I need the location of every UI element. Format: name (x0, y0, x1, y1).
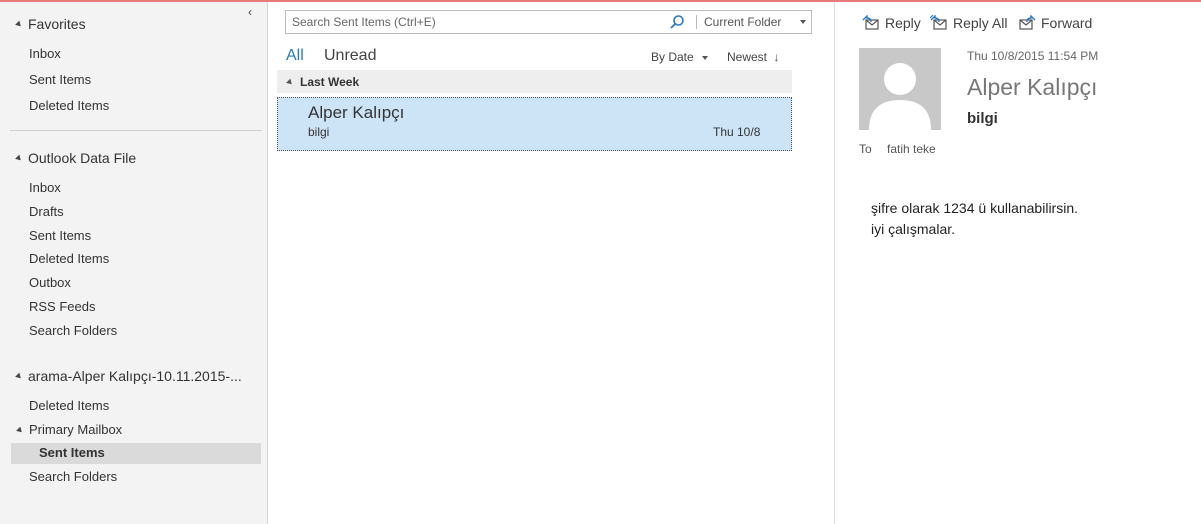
favorites-header[interactable]: Favorites (15, 16, 86, 32)
reply-icon (862, 15, 879, 30)
forward-button[interactable]: Forward (1018, 15, 1092, 31)
folder-sent-items[interactable]: Sent Items (29, 228, 91, 243)
search-icon[interactable] (669, 14, 685, 30)
folder-search-folders[interactable]: Search Folders (29, 323, 117, 338)
folder-rss-feeds[interactable]: RSS Feeds (29, 299, 95, 314)
message-subject: bilgi (308, 125, 330, 139)
avatar (859, 48, 941, 130)
group-header-last-week[interactable]: Last Week (277, 70, 792, 93)
reply-all-label: Reply All (953, 15, 1008, 31)
message-body-line: şifre olarak 1234 ü kullanabilirsin. (871, 200, 1078, 216)
chevron-down-icon[interactable] (800, 20, 806, 24)
message-sender: Alper Kalıpçı (308, 103, 405, 122)
recipient-name[interactable]: fatih teke (887, 142, 936, 156)
folder-deleted-items[interactable]: Deleted Items (29, 251, 109, 266)
message-date: Thu 10/8 (713, 125, 761, 139)
folder-outbox[interactable]: Outbox (29, 275, 71, 290)
person-placeholder-icon (859, 48, 941, 130)
message-body: şifre olarak 1234 ü kullanabilirsin. iyi… (871, 198, 1078, 240)
group-label: Last Week (300, 74, 360, 89)
favorites-item-inbox[interactable]: Inbox (29, 46, 61, 61)
message-list-pane: Current Folder All Unread By Date Newest… (269, 2, 835, 524)
archive-search-folders[interactable]: Search Folders (29, 469, 117, 484)
favorites-item-sent-items[interactable]: Sent Items (29, 72, 91, 87)
data-file-title: Outlook Data File (28, 150, 137, 166)
sort-order-toggle[interactable]: Newest ↓ (727, 50, 779, 64)
archive-deleted-items[interactable]: Deleted Items (29, 398, 109, 413)
expand-triangle-icon (15, 372, 23, 381)
archive-primary-mailbox[interactable]: Primary Mailbox (16, 422, 123, 437)
search-scope-separator (696, 15, 697, 29)
reply-label: Reply (885, 15, 921, 31)
folder-drafts[interactable]: Drafts (29, 204, 64, 219)
reply-button[interactable]: Reply (862, 15, 921, 31)
data-file-header[interactable]: Outlook Data File (15, 150, 137, 166)
search-scope-dropdown[interactable]: Current Folder (704, 15, 781, 29)
to-label: To (859, 142, 872, 156)
folder-pane: ‹ Favorites Inbox Sent Items Deleted Ite… (0, 2, 268, 524)
expand-triangle-icon (15, 20, 23, 29)
archive-title: arama-Alper Kalıpçı-10.11.2015-... (28, 368, 242, 384)
sort-by-dropdown[interactable]: By Date (651, 50, 709, 64)
reply-all-icon (930, 15, 947, 30)
archive-sent-items-selected[interactable]: Sent Items (39, 445, 105, 460)
forward-label: Forward (1041, 15, 1093, 31)
sort-by-label: By Date (651, 50, 694, 64)
favorites-divider (10, 130, 262, 131)
expand-triangle-icon (15, 154, 23, 163)
favorites-item-deleted-items[interactable]: Deleted Items (29, 98, 109, 113)
message-row[interactable]: Alper Kalıpçı bilgi Thu 10/8 (277, 97, 792, 151)
filter-tab-unread[interactable]: Unread (324, 47, 376, 65)
message-subject-heading: bilgi (967, 110, 998, 127)
arrow-down-icon: ↓ (773, 50, 780, 64)
search-input[interactable] (286, 11, 666, 33)
filter-tab-all[interactable]: All (286, 47, 304, 65)
primary-mailbox-label: Primary Mailbox (29, 422, 123, 437)
reply-all-button[interactable]: Reply All (930, 15, 1007, 31)
chevron-left-icon[interactable]: ‹ (248, 6, 260, 18)
expand-triangle-icon (16, 426, 24, 434)
chevron-down-icon (702, 55, 709, 60)
favorites-title: Favorites (28, 16, 86, 32)
message-body-line: iyi çalışmalar. (871, 221, 956, 237)
expand-triangle-icon (286, 78, 294, 86)
reading-pane: Reply Reply All Forward Thu 10/8/2015 11… (836, 2, 1201, 524)
forward-icon (1019, 15, 1036, 30)
sort-order-label: Newest (727, 50, 768, 64)
archive-header[interactable]: arama-Alper Kalıpçı-10.11.2015-... (15, 368, 242, 384)
search-box[interactable]: Current Folder (285, 10, 812, 34)
sender-name[interactable]: Alper Kalıpçı (967, 74, 1097, 101)
folder-inbox[interactable]: Inbox (29, 180, 61, 195)
message-timestamp: Thu 10/8/2015 11:54 PM (967, 49, 1099, 63)
